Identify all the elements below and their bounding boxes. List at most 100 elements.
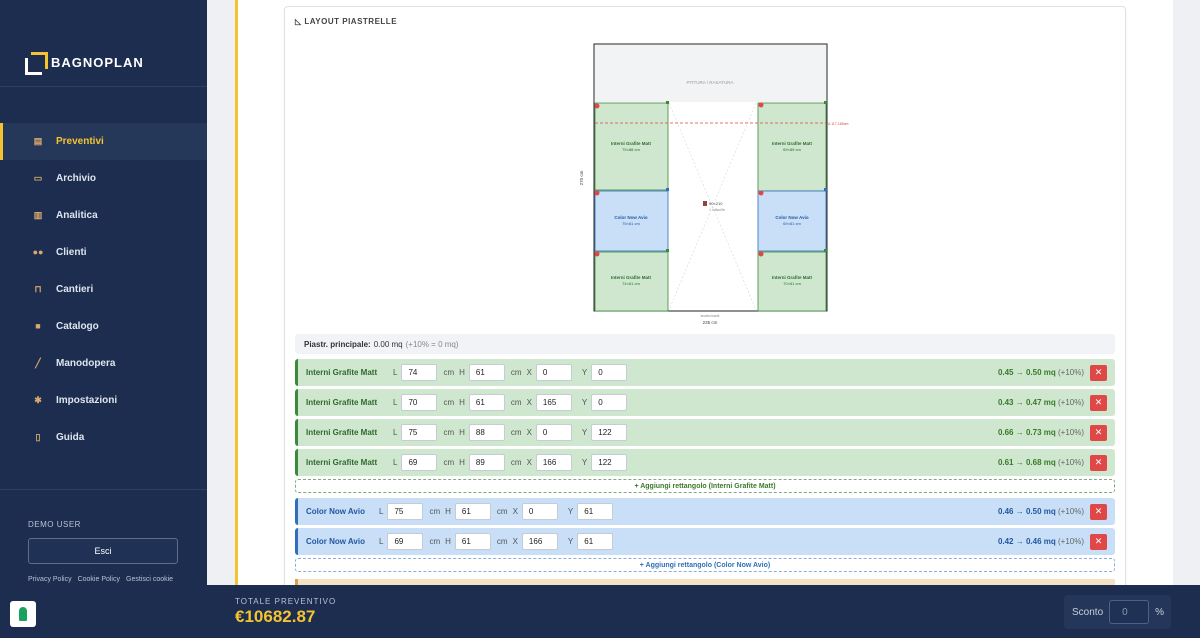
- sidebar-item-label: Guida: [56, 432, 85, 443]
- width-sub: lavabo/sanit: [701, 314, 720, 318]
- logout-button[interactable]: Esci: [28, 538, 178, 564]
- sidebar-item-archivio[interactable]: ▭ Archivio: [0, 160, 207, 197]
- height-input[interactable]: 89: [468, 454, 505, 471]
- add-green-rect-button[interactable]: + Aggiungi rettangolo (Interni Grafite M…: [295, 479, 1115, 493]
- height-label: 270 cm: [579, 170, 584, 185]
- handle: [594, 251, 600, 257]
- tile-size: 75×88 cm: [622, 147, 640, 152]
- tile-size: 69×89 cm: [783, 147, 801, 152]
- length-input[interactable]: 69: [387, 533, 424, 550]
- x-input[interactable]: 166: [521, 533, 558, 550]
- x-input[interactable]: 0: [535, 424, 572, 441]
- clipboard-icon: ▤: [33, 136, 43, 146]
- y-input[interactable]: 122: [591, 424, 628, 441]
- x-input[interactable]: 0: [535, 364, 572, 381]
- discount-box: Sconto 0 %: [1064, 595, 1171, 629]
- length-input[interactable]: 75: [387, 503, 424, 520]
- height-input[interactable]: 88: [468, 424, 505, 441]
- cookie-policy-link[interactable]: Cookie Policy: [78, 576, 120, 583]
- sidebar-item-catalogo[interactable]: ■ Catalogo: [0, 308, 207, 345]
- delete-button[interactable]: ✕: [1090, 364, 1107, 381]
- sidebar-item-impostazioni[interactable]: ✱ Impostazioni: [0, 382, 207, 419]
- delete-button[interactable]: ✕: [1090, 454, 1107, 471]
- total-label: TOTALE PREVENTIVO: [235, 597, 337, 606]
- sidebar-item-label: Catalogo: [56, 321, 99, 332]
- privacy-policy-link[interactable]: Privacy Policy: [28, 576, 72, 583]
- y-input[interactable]: 122: [591, 454, 628, 471]
- delete-button[interactable]: ✕: [1090, 533, 1107, 550]
- y-input[interactable]: 61: [577, 533, 614, 550]
- users-icon: ●●: [32, 247, 44, 257]
- tile-row: Interni Grafite Matt L 75 cm H 88 cm X 0 Y 122…: [295, 419, 1115, 446]
- delete-button[interactable]: ✕: [1090, 394, 1107, 411]
- add-blue-rect-button[interactable]: + Aggiungi rettangolo (Color Now Avio): [295, 558, 1115, 572]
- x-input[interactable]: 0: [521, 503, 558, 520]
- y-input[interactable]: 0: [591, 364, 628, 381]
- sidebar-item-clienti[interactable]: ●● Clienti: [0, 234, 207, 271]
- main-tile-summary: Piastr. principale: 0.00 mq (+10% = 0 mq): [295, 334, 1115, 354]
- paint-band-label: PITTURA / RASATURA: [687, 80, 734, 85]
- width-label: 235 cm: [703, 320, 718, 325]
- divider: [0, 86, 207, 87]
- x-input[interactable]: 166: [535, 454, 572, 471]
- tile-size: 69×61 cm: [783, 221, 801, 226]
- area-value: 0.66 → 0.73 mq (+10%): [997, 428, 1084, 437]
- area-value: 0.42 → 0.46 mq (+10%): [997, 537, 1084, 546]
- height-input[interactable]: 61: [454, 503, 491, 520]
- cookie-badge-icon: [19, 607, 27, 621]
- cookie-settings-button[interactable]: [10, 601, 36, 627]
- sidebar-item-label: Analitica: [56, 210, 98, 221]
- tile-size: 70×61 cm: [783, 281, 801, 286]
- sidebar-item-manodopera[interactable]: ╱ Manodopera: [0, 345, 207, 382]
- length-input[interactable]: 70: [401, 394, 438, 411]
- handle: [758, 251, 764, 257]
- sidebar: BAGNOPLAN ▤ Preventivi ▭ Archivio ▥ Analiti…: [0, 0, 207, 638]
- sidebar-item-preventivi[interactable]: ▤ Preventivi: [0, 123, 207, 160]
- y-input[interactable]: 0: [591, 394, 628, 411]
- legal-links: Privacy Policy Cookie Policy Gestisci co…: [28, 576, 173, 583]
- height-input[interactable]: 61: [468, 394, 505, 411]
- totals-footer: TOTALE PREVENTIVO €10682.87 Sconto 0 %: [207, 585, 1200, 638]
- sidebar-item-guida[interactable]: ▯ Guida: [0, 419, 207, 456]
- length-input[interactable]: 69: [401, 454, 438, 471]
- tile-label: Color Now Avio: [614, 215, 647, 220]
- length-input[interactable]: 75: [401, 424, 438, 441]
- total-value: €10682.87: [235, 607, 316, 626]
- door-icon: [703, 201, 707, 206]
- x-input[interactable]: 165: [535, 394, 572, 411]
- construction-icon: ⊓: [34, 284, 42, 294]
- length-input[interactable]: 74: [401, 364, 438, 381]
- marker-label: A 117-165cm: [828, 122, 848, 126]
- tile-row: Color Now Avio L 75 cm H 61 cm X 0 Y 61 0.46 →…: [295, 498, 1115, 525]
- sidebar-item-label: Cantieri: [56, 284, 94, 295]
- tile-row: Interni Grafite Matt L 74 cm H 61 cm X 0 Y0 0…: [295, 359, 1115, 386]
- wrench-icon: ╱: [35, 358, 41, 368]
- tile-label: Interni Grafite Matt: [611, 141, 652, 146]
- tile-layout-diagram[interactable]: PITTURA / RASATURA Interni Grafite Matt …: [570, 40, 850, 330]
- sidebar-item-analitica[interactable]: ▥ Analitica: [0, 197, 207, 234]
- door-label: 90×210: [709, 201, 723, 206]
- percent-sign: %: [1155, 606, 1165, 618]
- discount-input[interactable]: 0: [1109, 600, 1150, 624]
- tile-row: Interni Grafite Matt L 69 cm H 89 cm X 166 Y1…: [295, 449, 1115, 476]
- handle: [758, 190, 764, 196]
- tile-size: 75×61 cm: [622, 221, 640, 226]
- sidebar-nav: ▤ Preventivi ▭ Archivio ▥ Analitica ●● Clien…: [0, 123, 207, 456]
- delete-button[interactable]: ✕: [1090, 424, 1107, 441]
- box-icon: ■: [35, 321, 41, 331]
- brand-logo[interactable]: BAGNOPLAN: [25, 52, 144, 75]
- tile-label: Interni Grafite Matt: [772, 141, 813, 146]
- sidebar-item-cantieri[interactable]: ⊓ Cantieri: [0, 271, 207, 308]
- divider: [0, 489, 207, 490]
- y-input[interactable]: 61: [577, 503, 614, 520]
- sidebar-item-label: Preventivi: [56, 136, 104, 147]
- manage-cookies-link[interactable]: Gestisci cookie: [126, 576, 173, 583]
- handle: [594, 103, 600, 109]
- tile-row: Color Now Avio L 69 cm H 61 cm X 166 Y 61 0.42…: [295, 528, 1115, 555]
- delete-button[interactable]: ✕: [1090, 503, 1107, 520]
- user-name: DEMO USER: [28, 520, 81, 529]
- gear-icon: ✱: [34, 395, 42, 405]
- height-input[interactable]: 61: [454, 533, 491, 550]
- logo-mark-icon: [25, 52, 48, 75]
- height-input[interactable]: 61: [468, 364, 505, 381]
